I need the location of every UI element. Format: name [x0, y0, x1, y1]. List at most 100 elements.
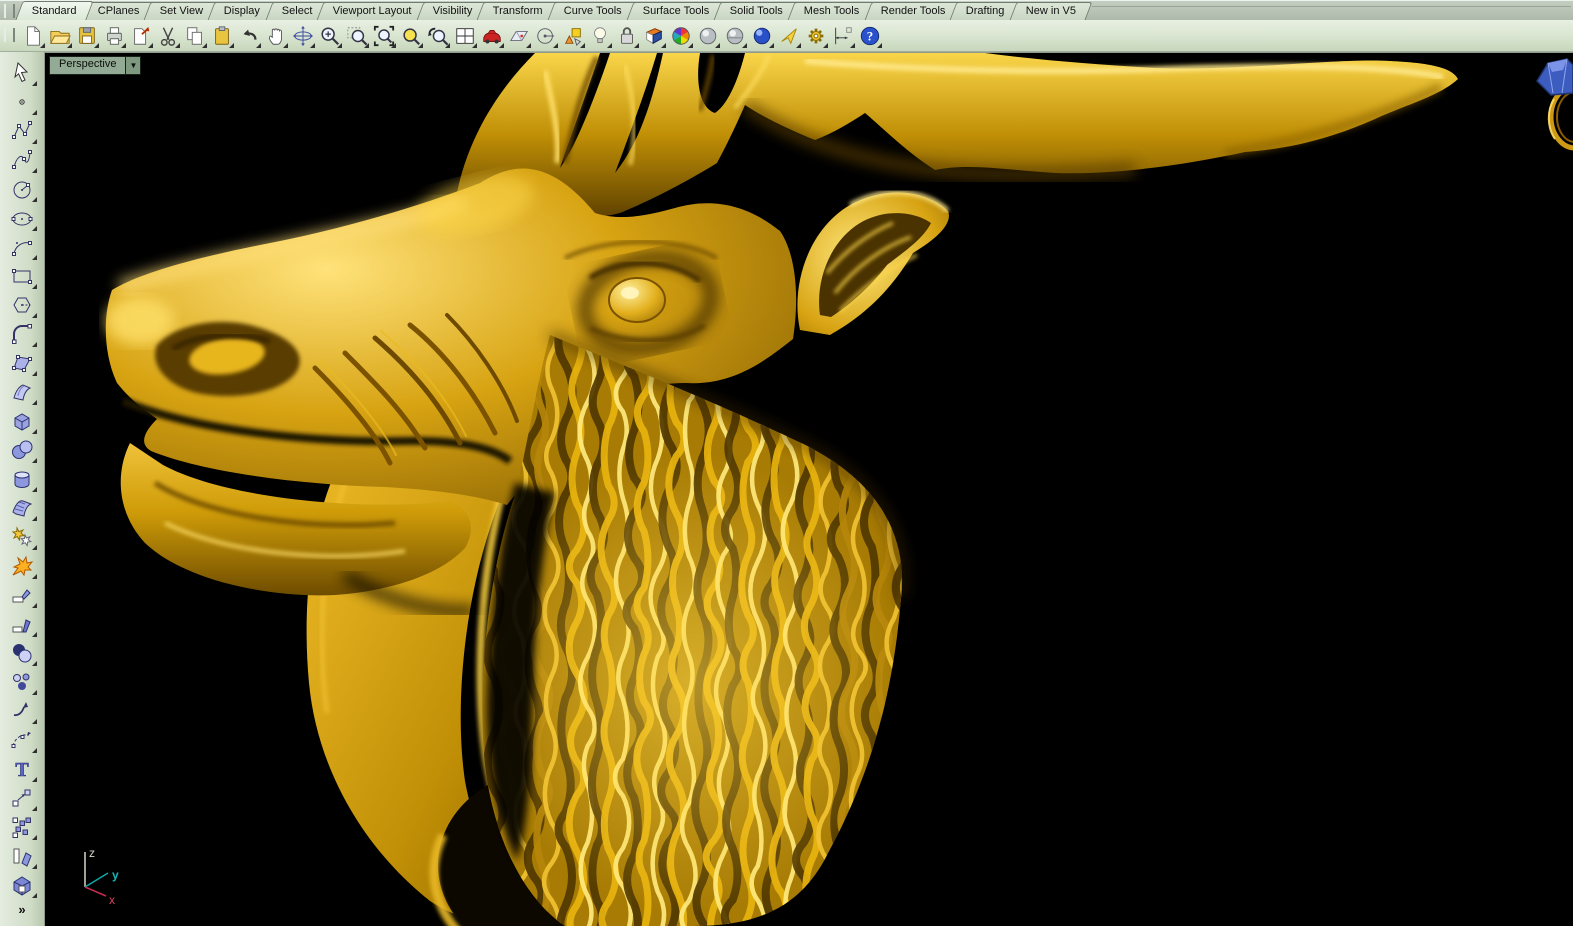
save-button[interactable] — [73, 22, 100, 49]
flyout-corner-icon — [310, 43, 315, 48]
viewport-canvas[interactable]: z y x — [45, 53, 1573, 926]
flyout-corner-icon — [364, 43, 369, 48]
fillet-corner-icon — [10, 322, 34, 346]
tab-surface-tools[interactable]: Surface Tools — [626, 2, 725, 20]
trim-button[interactable] — [6, 580, 38, 609]
split-button[interactable] — [6, 609, 38, 638]
solid-cube-button[interactable] — [6, 870, 38, 899]
zoom-selected-button[interactable] — [397, 22, 424, 49]
object-properties-button[interactable] — [559, 22, 586, 49]
help-button[interactable]: ? — [856, 22, 883, 49]
viewport-title-bar[interactable]: Perspective ▼ — [49, 56, 141, 75]
flyout-corner-icon — [526, 43, 531, 48]
osnap-button[interactable] — [532, 22, 559, 49]
undo-view-button[interactable] — [424, 22, 451, 49]
perspective-viewport[interactable]: Perspective ▼ — [45, 52, 1573, 926]
zoom-window-button[interactable] — [343, 22, 370, 49]
tab-solid-tools[interactable]: Solid Tools — [714, 2, 800, 20]
circle-button[interactable] — [6, 174, 38, 203]
text-button[interactable]: T — [6, 754, 38, 783]
sidebar-more-button[interactable]: » — [12, 901, 31, 918]
gem-ring-model[interactable] — [1537, 59, 1573, 148]
explode-button[interactable] — [6, 551, 38, 580]
surface-from-points-button[interactable] — [6, 348, 38, 377]
control-point-curve-button[interactable] — [6, 145, 38, 174]
move-button[interactable] — [6, 783, 38, 812]
ellipse-button[interactable] — [6, 203, 38, 232]
flyout-corner-icon — [40, 43, 45, 48]
toolbar-grip[interactable] — [4, 28, 15, 42]
render-current-button[interactable] — [748, 22, 775, 49]
tab-new-in-v5[interactable]: New in V5 — [1010, 2, 1093, 20]
lights-button[interactable] — [586, 22, 613, 49]
zoom-dynamic-button[interactable] — [316, 22, 343, 49]
viewport-menu-chevron-down-icon[interactable]: ▼ — [125, 57, 140, 74]
group-button[interactable] — [6, 667, 38, 696]
dimension-button[interactable] — [829, 22, 856, 49]
undo-button[interactable] — [235, 22, 262, 49]
polyline-button[interactable] — [6, 116, 38, 145]
flyout-corner-icon — [32, 313, 37, 318]
viewport-title[interactable]: Perspective — [50, 57, 125, 74]
tab-render-tools[interactable]: Render Tools — [864, 2, 962, 20]
copy-button[interactable] — [181, 22, 208, 49]
boolean-difference-icon — [10, 641, 34, 665]
y-axis-line — [85, 873, 108, 887]
solid-cube-icon — [10, 873, 34, 897]
new-file-button[interactable] — [19, 22, 46, 49]
tabbar-grip[interactable] — [4, 4, 15, 18]
rectangle-button[interactable] — [6, 261, 38, 290]
render-preview-button[interactable] — [640, 22, 667, 49]
array-button[interactable] — [6, 812, 38, 841]
fillet-corner-button[interactable] — [6, 319, 38, 348]
notifications-button[interactable] — [775, 22, 802, 49]
sphere-button[interactable] — [6, 435, 38, 464]
rotate-view-button[interactable] — [289, 22, 316, 49]
point-button[interactable] — [6, 87, 38, 116]
box-button[interactable] — [6, 406, 38, 435]
viewport-layout-button[interactable] — [451, 22, 478, 49]
tab-transform[interactable]: Transform — [477, 2, 560, 20]
flyout-corner-icon — [418, 43, 423, 48]
polygon-icon — [10, 293, 34, 317]
export-button[interactable] — [127, 22, 154, 49]
extend-curve-button[interactable] — [6, 696, 38, 725]
open-file-button[interactable] — [46, 22, 73, 49]
boolean-union-button[interactable] — [6, 522, 38, 551]
shear-plane-button[interactable] — [6, 841, 38, 870]
flyout-corner-icon — [32, 197, 37, 202]
options-button[interactable] — [802, 22, 829, 49]
paste-button[interactable] — [208, 22, 235, 49]
lock-button[interactable] — [613, 22, 640, 49]
flyout-corner-icon — [634, 43, 639, 48]
boolean-difference-button[interactable] — [6, 638, 38, 667]
flyout-corner-icon — [202, 43, 207, 48]
flyout-corner-icon — [229, 43, 234, 48]
tab-standard[interactable]: Standard — [15, 1, 93, 20]
flyout-corner-icon — [823, 43, 828, 48]
mesh-surface-button[interactable] — [6, 493, 38, 522]
flyout-corner-icon — [32, 545, 37, 550]
render-settings-button[interactable] — [721, 22, 748, 49]
tab-mesh-tools[interactable]: Mesh Tools — [788, 2, 876, 20]
rebuild-curve-button[interactable] — [6, 725, 38, 754]
flyout-corner-icon — [472, 43, 477, 48]
flyout-corner-icon — [32, 458, 37, 463]
print-button[interactable] — [100, 22, 127, 49]
stag-head-ring-model[interactable] — [106, 53, 1458, 926]
color-wheel-button[interactable] — [667, 22, 694, 49]
render-button[interactable] — [694, 22, 721, 49]
shade-button[interactable] — [478, 22, 505, 49]
cut-button[interactable] — [154, 22, 181, 49]
tab-viewport-layout[interactable]: Viewport Layout — [317, 2, 429, 20]
select-button[interactable] — [6, 58, 38, 87]
arc-button[interactable] — [6, 232, 38, 261]
pan-button[interactable] — [262, 22, 289, 49]
tab-label: Surface Tools — [643, 3, 709, 20]
polygon-button[interactable] — [6, 290, 38, 319]
zoom-extents-button[interactable] — [370, 22, 397, 49]
cylinder-button[interactable] — [6, 464, 38, 493]
tab-curve-tools[interactable]: Curve Tools — [548, 2, 639, 20]
cplane-button[interactable] — [505, 22, 532, 49]
patch-surface-button[interactable] — [6, 377, 38, 406]
